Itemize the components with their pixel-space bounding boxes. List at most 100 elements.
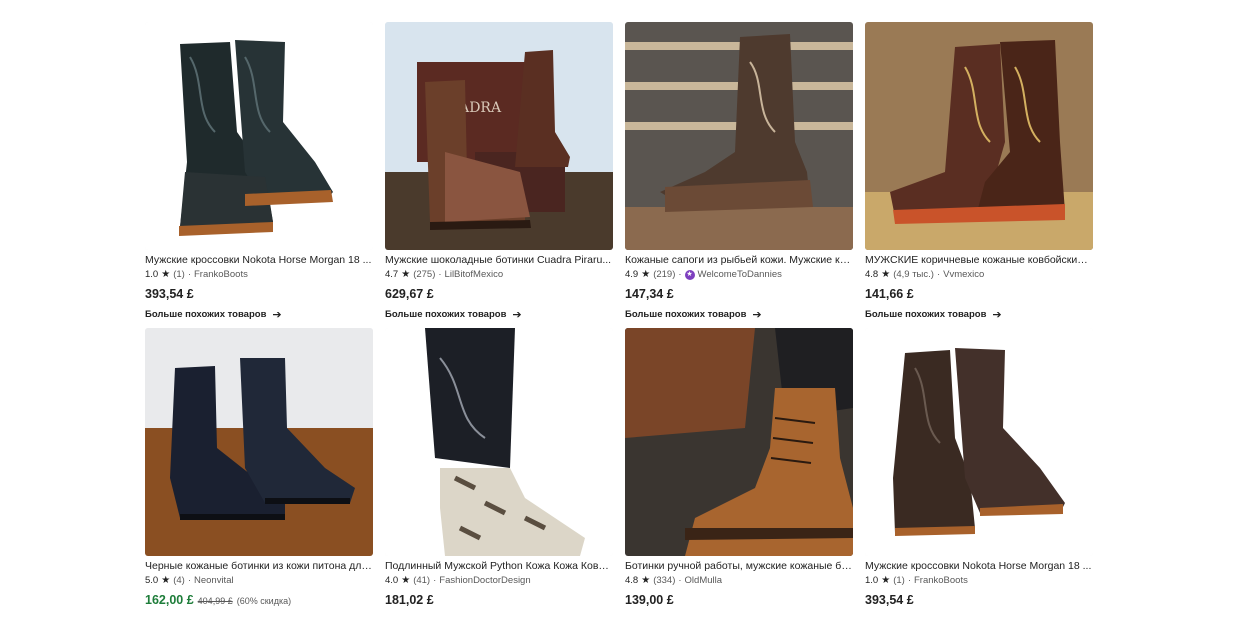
product-title[interactable]: МУЖСКИЕ коричневые кожаные ковбойские ..…: [865, 254, 1093, 267]
product-image[interactable]: [145, 22, 373, 250]
separator: ·: [678, 575, 682, 586]
arrow-right-icon: ➔: [272, 309, 282, 321]
product-price: 141,66 £: [865, 286, 1093, 302]
product-card[interactable]: CUADRA Мужские шоколадные ботинки Cuadra…: [385, 22, 613, 328]
price-value: 181,02 £: [385, 593, 434, 607]
review-count: (334): [653, 575, 676, 586]
product-image[interactable]: CUADRA: [385, 22, 613, 250]
separator: ·: [187, 269, 191, 280]
review-count: (1): [173, 269, 185, 280]
product-title[interactable]: Черные кожаные ботинки из кожи питона дл…: [145, 560, 373, 573]
star-icon: ★: [161, 268, 171, 280]
shop-name[interactable]: WelcomeToDannies: [698, 268, 782, 281]
product-grid: Мужские кроссовки Nokota Horse Morgan 18…: [145, 22, 1093, 634]
star-icon: ★: [161, 574, 171, 586]
product-image[interactable]: [865, 22, 1093, 250]
product-title[interactable]: Мужские шоколадные ботинки Cuadra Piraru…: [385, 254, 613, 267]
star-icon: ★: [881, 574, 891, 586]
boot-image: CUADRA: [385, 22, 613, 250]
more-like-this-link[interactable]: Больше похожих товаров ➔: [145, 308, 373, 321]
product-meta: 5.0 ★ (4) · Neonvital: [145, 574, 373, 587]
more-like-this-link[interactable]: Больше похожих товаров ➔: [385, 308, 613, 321]
product-rating: 4.9: [625, 269, 639, 280]
more-like-this-label: Больше похожих товаров: [385, 309, 507, 320]
shop-name[interactable]: Vvmexico: [943, 268, 984, 281]
review-count: (275): [413, 269, 436, 280]
boot-image: [145, 22, 373, 250]
product-card[interactable]: Подлинный Мужской Python Кожа Кожа Ковб.…: [385, 328, 613, 634]
product-price: 393,54 £: [145, 286, 373, 302]
product-card[interactable]: Мужские кроссовки Nokota Horse Morgan 18…: [145, 22, 373, 328]
shop-name[interactable]: FashionDoctorDesign: [439, 574, 530, 587]
product-meta: 1.0 ★ (1) · FrankoBoots: [865, 574, 1093, 587]
product-rating: 4.0: [385, 575, 399, 586]
product-price: 147,34 £: [625, 286, 853, 302]
product-title[interactable]: Ботинки ручной работы, мужские кожаные б…: [625, 560, 853, 573]
boot-image: [865, 328, 1093, 556]
product-title[interactable]: Мужские кроссовки Nokota Horse Morgan 18…: [865, 560, 1093, 573]
boot-image: [625, 22, 853, 250]
review-count: (219): [653, 269, 676, 280]
product-image[interactable]: [145, 328, 373, 556]
product-price: 162,00 £ 404,99 £ (60% скидка): [145, 592, 373, 609]
product-meta: 4.0 ★ (41) · FashionDoctorDesign: [385, 574, 613, 587]
product-rating: 5.0: [145, 575, 159, 586]
product-title[interactable]: Подлинный Мужской Python Кожа Кожа Ковб.…: [385, 560, 613, 573]
product-title[interactable]: Кожаные сапоги из рыбьей кожи. Мужские к…: [625, 254, 853, 267]
star-icon: ★: [881, 268, 891, 280]
boot-image: [145, 328, 373, 556]
product-price: 393,54 £: [865, 592, 1093, 608]
separator: ·: [438, 269, 442, 280]
separator: ·: [936, 269, 941, 280]
price-value: 141,66 £: [865, 287, 914, 301]
review-count: (4,9 тыс.): [893, 269, 934, 280]
product-meta: 4.8 ★ (4,9 тыс.) · Vvmexico: [865, 268, 1093, 281]
shop-name[interactable]: LilBitofMexico: [445, 268, 504, 281]
more-like-this-link[interactable]: Больше похожих товаров ➔: [865, 308, 1093, 321]
separator: ·: [187, 575, 191, 586]
arrow-right-icon: ➔: [512, 309, 522, 321]
arrow-right-icon: ➔: [992, 309, 1002, 321]
original-price: 404,99 £: [197, 596, 233, 606]
product-card[interactable]: Ботинки ручной работы, мужские кожаные б…: [625, 328, 853, 634]
shop-name[interactable]: FrankoBoots: [194, 268, 248, 281]
more-like-this-label: Больше похожих товаров: [625, 309, 747, 320]
product-card[interactable]: Кожаные сапоги из рыбьей кожи. Мужские к…: [625, 22, 853, 328]
product-rating: 1.0: [865, 575, 879, 586]
product-image[interactable]: [865, 328, 1093, 556]
star-seller-badge-icon: ★: [684, 269, 695, 280]
more-like-this-link[interactable]: Больше похожих товаров ➔: [625, 308, 853, 321]
separator: ·: [907, 575, 911, 586]
product-card[interactable]: МУЖСКИЕ коричневые кожаные ковбойские ..…: [865, 22, 1093, 328]
product-meta: 4.9 ★ (219) · ★ WelcomeToDannies: [625, 268, 853, 281]
shop-name[interactable]: OldMulla: [685, 574, 723, 587]
product-image[interactable]: [385, 328, 613, 556]
product-title[interactable]: Мужские кроссовки Nokota Horse Morgan 18…: [145, 254, 373, 267]
product-image[interactable]: [625, 22, 853, 250]
shop-name[interactable]: FrankoBoots: [914, 574, 968, 587]
star-icon: ★: [641, 574, 651, 586]
product-image[interactable]: [625, 328, 853, 556]
price-value: 393,54 £: [145, 287, 194, 301]
separator: ·: [678, 269, 682, 280]
star-icon: ★: [401, 268, 411, 280]
product-rating: 4.7: [385, 269, 399, 280]
product-card[interactable]: Черные кожаные ботинки из кожи питона дл…: [145, 328, 373, 634]
review-count: (1): [893, 575, 905, 586]
more-like-this-label: Больше похожих товаров: [865, 309, 987, 320]
star-icon: ★: [401, 574, 411, 586]
arrow-right-icon: ➔: [752, 309, 762, 321]
sale-price: 162,00 £: [145, 593, 194, 607]
product-meta: 4.7 ★ (275) · LilBitofMexico: [385, 268, 613, 281]
product-card[interactable]: Мужские кроссовки Nokota Horse Morgan 18…: [865, 328, 1093, 634]
review-count: (41): [413, 575, 431, 586]
star-icon: ★: [641, 268, 651, 280]
product-price: 181,02 £: [385, 592, 613, 608]
product-rating: 4.8: [865, 269, 879, 280]
price-value: 147,34 £: [625, 287, 674, 301]
boot-image: [625, 328, 853, 556]
product-rating: 1.0: [145, 269, 159, 280]
shop-name[interactable]: Neonvital: [194, 574, 234, 587]
product-rating: 4.8: [625, 575, 639, 586]
separator: ·: [433, 575, 437, 586]
